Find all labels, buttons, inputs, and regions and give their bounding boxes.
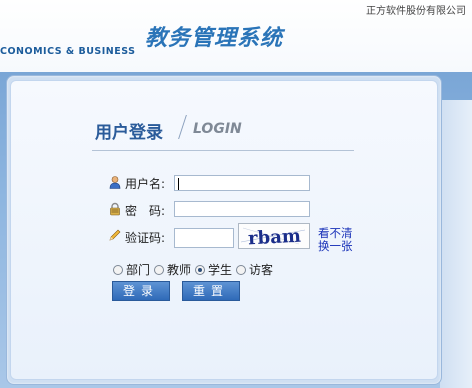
lock-icon bbox=[110, 202, 120, 216]
role-option-dept[interactable]: 部门 bbox=[113, 261, 150, 278]
school-name-en: CONOMICS & BUSINESS bbox=[0, 46, 136, 57]
password-input[interactable] bbox=[174, 201, 310, 217]
radio-student[interactable] bbox=[195, 264, 206, 275]
login-title-en: LOGIN bbox=[193, 121, 242, 137]
login-button[interactable]: 登录 bbox=[112, 281, 170, 301]
captcha-label: 验证码: bbox=[125, 231, 166, 245]
login-title: 用户登录 bbox=[95, 123, 163, 143]
company-name: 正方软件股份有限公司 bbox=[366, 6, 466, 17]
role-label-dept: 部门 bbox=[126, 263, 151, 277]
captcha-text: rbam bbox=[248, 226, 302, 248]
reset-button[interactable]: 重置 bbox=[182, 281, 240, 301]
text-cursor bbox=[178, 178, 179, 190]
radio-teacher[interactable] bbox=[154, 264, 165, 275]
role-option-teacher[interactable]: 教师 bbox=[154, 261, 191, 278]
captcha-noise: rbam bbox=[240, 226, 306, 249]
role-option-guest[interactable]: 访客 bbox=[236, 261, 273, 278]
role-label-teacher: 教师 bbox=[167, 263, 192, 277]
password-label: 密 码: bbox=[125, 204, 166, 218]
captcha-input[interactable] bbox=[174, 228, 234, 248]
username-input[interactable] bbox=[174, 175, 310, 191]
captcha-refresh-link-2[interactable]: 换一张 bbox=[318, 238, 353, 254]
role-label-guest: 访客 bbox=[249, 263, 274, 277]
header: 正方软件股份有限公司 教务管理系统 CONOMICS & BUSINESS bbox=[0, 0, 472, 72]
role-selector: 部门 教师 学生 访客 bbox=[113, 261, 277, 278]
background-edge bbox=[440, 100, 472, 388]
title-rule bbox=[92, 150, 354, 151]
captcha-image[interactable]: rbam bbox=[238, 223, 310, 249]
role-label-student: 学生 bbox=[208, 263, 233, 277]
radio-guest[interactable] bbox=[236, 264, 247, 275]
username-label: 用户名: bbox=[125, 177, 166, 191]
radio-dept[interactable] bbox=[113, 264, 123, 275]
system-title: 教务管理系统 bbox=[145, 26, 284, 51]
role-option-student[interactable]: 学生 bbox=[195, 261, 232, 278]
user-icon bbox=[109, 176, 121, 189]
pencil-icon bbox=[109, 229, 121, 241]
